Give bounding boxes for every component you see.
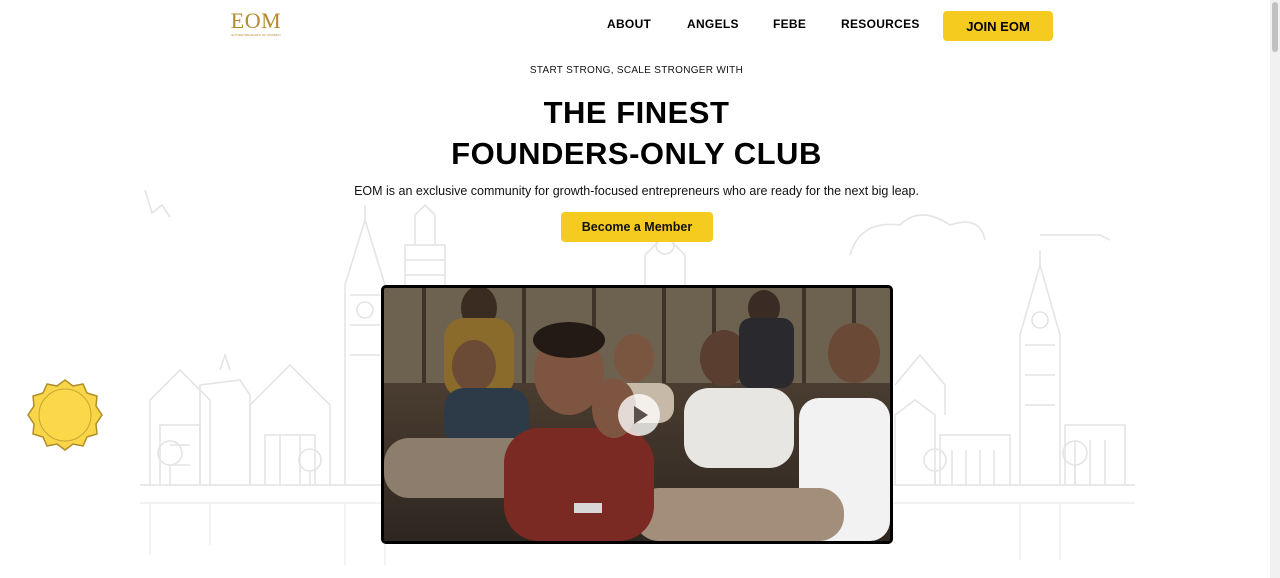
main-nav: ABOUT ANGELS FEBE RESOURCES — [0, 17, 1270, 33]
hero-headline: THE FINEST FOUNDERS-ONLY CLUB — [0, 92, 1273, 174]
floating-badge[interactable] — [27, 378, 103, 452]
become-member-button[interactable]: Become a Member — [561, 212, 713, 242]
logo-tagline: ENTREPRENEURS OF MUMBAI — [231, 33, 281, 37]
join-eom-button[interactable]: JOIN EOM — [943, 11, 1053, 41]
nav-link-resources[interactable]: RESOURCES — [841, 17, 920, 31]
scrollbar-thumb[interactable] — [1272, 2, 1278, 52]
headline-line-2: FOUNDERS-ONLY CLUB — [451, 136, 822, 171]
top-navbar: EOM ENTREPRENEURS OF MUMBAI ABOUT ANGELS… — [0, 0, 1270, 50]
hero-kicker: START STRONG, SCALE STRONGER WITH — [529, 65, 744, 76]
nav-link-about[interactable]: ABOUT — [607, 17, 651, 31]
page-scrollbar[interactable] — [1270, 0, 1280, 578]
play-icon[interactable] — [618, 394, 660, 436]
nav-link-angels[interactable]: ANGELS — [687, 17, 739, 31]
hero-subtitle: EOM is an exclusive community for growth… — [354, 184, 919, 198]
headline-line-1: THE FINEST — [543, 95, 730, 130]
nav-link-febe[interactable]: FEBE — [773, 17, 806, 31]
video-player[interactable] — [381, 285, 893, 544]
